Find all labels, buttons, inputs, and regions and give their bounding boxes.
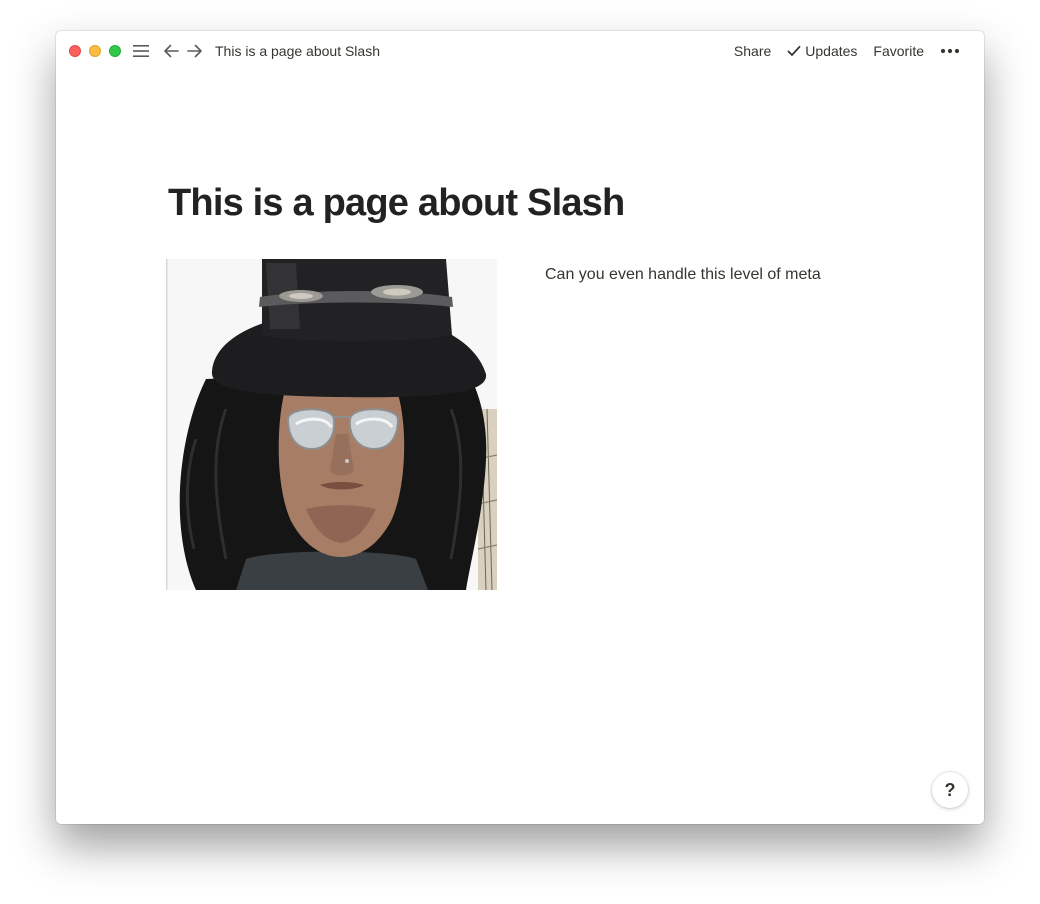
help-button[interactable]: ?	[932, 772, 968, 808]
menu-icon[interactable]	[132, 41, 150, 61]
checkmark-icon	[787, 45, 801, 56]
more-horizontal-icon[interactable]	[932, 41, 968, 61]
text-block[interactable]: Can you even handle this level of meta	[545, 265, 821, 285]
photo-portrait	[166, 259, 497, 590]
share-button[interactable]: Share	[726, 41, 779, 61]
arrow-right-icon[interactable]	[186, 41, 204, 61]
updates-label: Updates	[805, 43, 858, 59]
close-window-button[interactable]	[69, 45, 81, 57]
favorite-button[interactable]: Favorite	[865, 41, 932, 61]
breadcrumb[interactable]: This is a page about Slash	[215, 43, 380, 59]
app-window: This is a page about Slash Share Updates…	[56, 31, 984, 824]
page-title[interactable]: This is a page about Slash	[168, 181, 625, 225]
arrow-left-icon[interactable]	[162, 41, 180, 61]
minimize-window-button[interactable]	[89, 45, 101, 57]
updates-button[interactable]: Updates	[779, 41, 865, 61]
page-image[interactable]	[166, 259, 497, 590]
title-bar: This is a page about Slash Share Updates…	[56, 31, 984, 71]
topbar-actions: Share Updates Favorite	[726, 41, 968, 61]
maximize-window-button[interactable]	[109, 45, 121, 57]
